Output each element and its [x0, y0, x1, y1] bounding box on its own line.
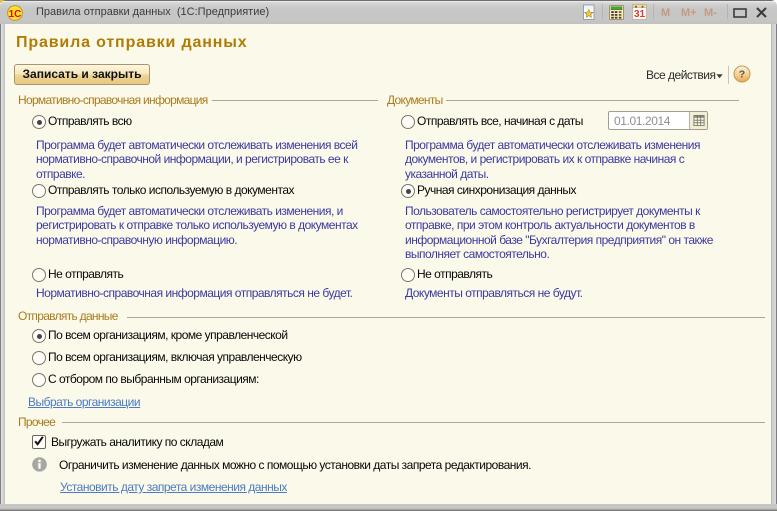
- svg-text:?: ?: [739, 69, 745, 81]
- svg-text:31: 31: [634, 9, 646, 20]
- svg-text:1С: 1С: [9, 9, 22, 20]
